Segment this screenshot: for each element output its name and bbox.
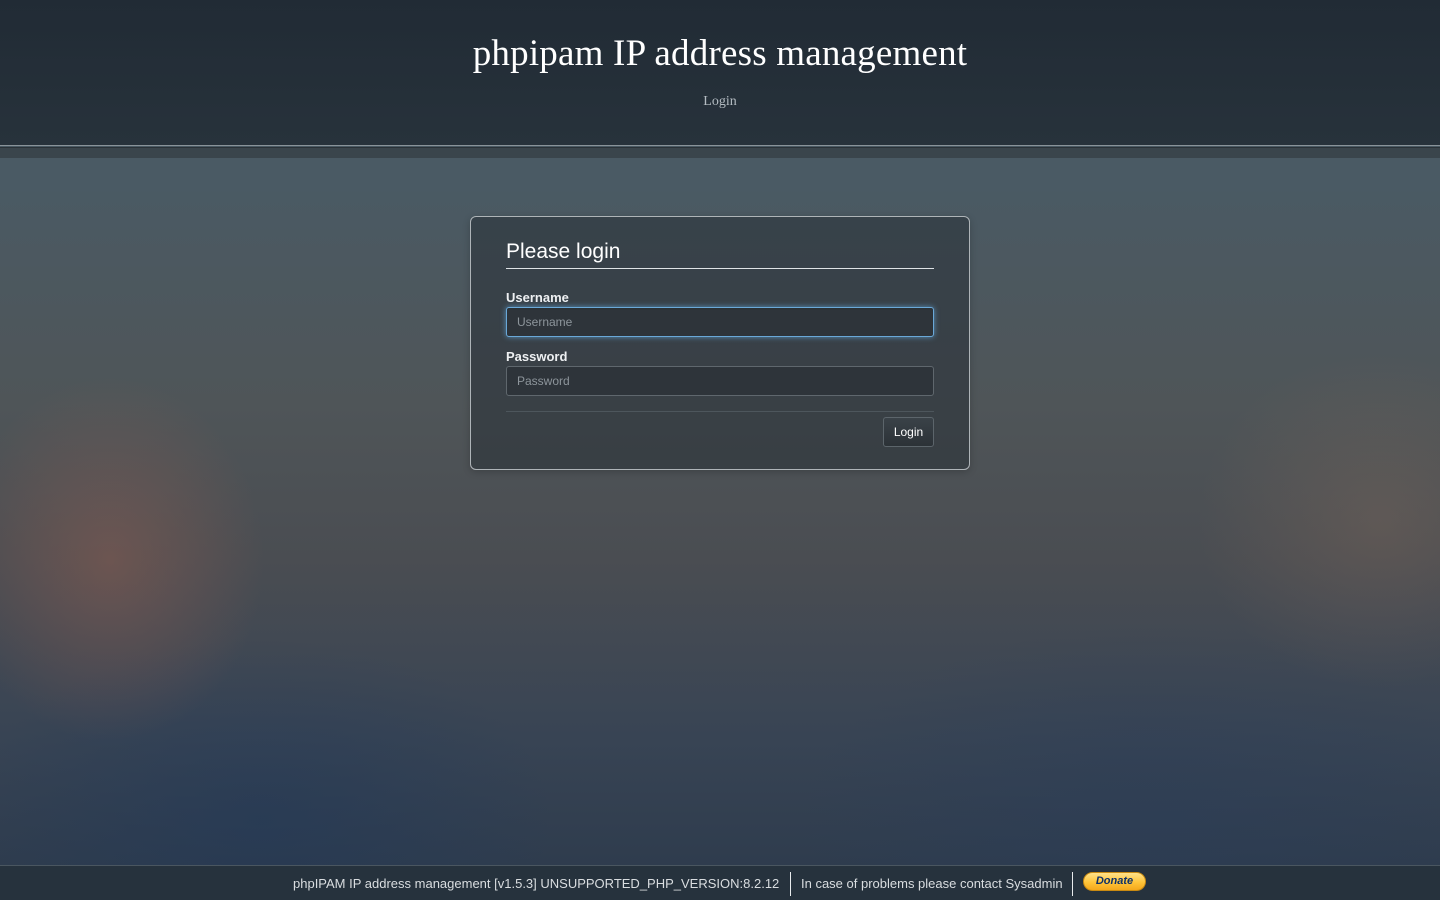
password-input[interactable]: [506, 366, 934, 396]
login-legend: Please login: [506, 240, 934, 269]
footer-contact-link[interactable]: In case of problems please contact Sysad…: [801, 876, 1063, 891]
username-input[interactable]: [506, 307, 934, 337]
footer-separator: [790, 872, 791, 896]
page-header: phpipam IP address management Login: [0, 0, 1440, 146]
footer-separator: [1072, 872, 1073, 896]
form-divider: [506, 411, 934, 412]
username-label: Username: [506, 290, 569, 305]
page-subtitle: Login: [703, 94, 737, 109]
donate-button[interactable]: Donate: [1083, 872, 1146, 891]
password-label: Password: [506, 349, 568, 364]
login-form: Please login Username Password Login: [470, 216, 970, 470]
header-divider: [0, 147, 1440, 158]
footer-version-text: phpIPAM IP address management [v1.5.3] U…: [293, 876, 780, 891]
page-footer: phpIPAM IP address management [v1.5.3] U…: [0, 865, 1440, 900]
app-title: phpipam IP address management: [472, 33, 968, 74]
login-button[interactable]: Login: [883, 417, 934, 447]
